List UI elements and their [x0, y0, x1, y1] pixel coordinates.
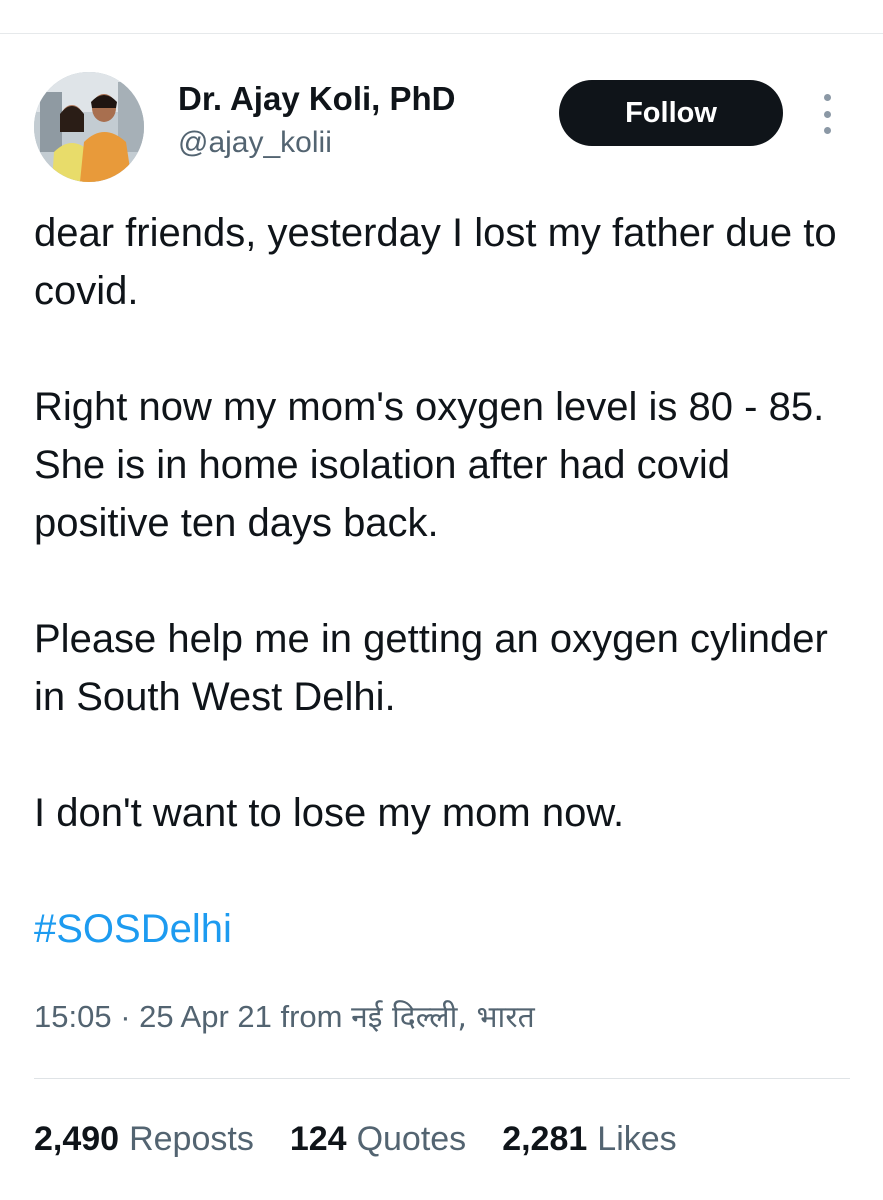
more-vertical-icon[interactable] [816, 94, 838, 134]
tweet-paragraph: I don't want to lose my mom now. [34, 791, 625, 835]
follow-button[interactable]: Follow [559, 80, 783, 146]
likes-stat[interactable]: 2,281 Likes [502, 1120, 676, 1159]
meta-separator: · [120, 999, 131, 1034]
likes-count: 2,281 [502, 1120, 588, 1158]
tweet-date[interactable]: 25 Apr 21 [139, 999, 272, 1034]
tweet-time[interactable]: 15:05 [34, 999, 112, 1034]
engagement-stats: 2,490 Reposts 124 Quotes 2,281 Likes [34, 1120, 713, 1159]
display-name[interactable]: Dr. Ajay Koli, PhD [178, 80, 456, 118]
reposts-count: 2,490 [34, 1120, 120, 1158]
quotes-stat[interactable]: 124 Quotes [290, 1120, 466, 1159]
dot [823, 127, 831, 134]
avatar[interactable] [34, 72, 144, 182]
stats-divider [34, 1078, 850, 1079]
tweet-meta: 15:05 · 25 Apr 21 from नई दिल्ली, भारत [34, 995, 535, 1036]
hashtag-link[interactable]: #SOSDelhi [34, 900, 232, 958]
reposts-stat[interactable]: 2,490 Reposts [34, 1120, 254, 1159]
tweet-location: नई दिल्ली, भारत [351, 1000, 535, 1035]
dot [823, 110, 831, 118]
likes-label: Likes [597, 1120, 677, 1158]
dot [823, 94, 831, 101]
from-label: from [280, 999, 343, 1034]
tweet-paragraph: Right now my mom's oxygen level is 80 - … [34, 385, 825, 545]
quotes-label: Quotes [356, 1120, 467, 1158]
tweet-paragraph: dear friends, yesterday I lost my father… [34, 211, 837, 313]
tweet-paragraph: Please help me in getting an oxygen cyli… [34, 617, 828, 719]
reposts-label: Reposts [129, 1120, 254, 1158]
avatar-photo [34, 72, 144, 182]
user-handle[interactable]: @ajay_kolii [178, 126, 332, 160]
quotes-count: 124 [289, 1120, 347, 1158]
tweet-text: dear friends, yesterday I lost my father… [34, 204, 854, 842]
top-divider [0, 33, 883, 34]
